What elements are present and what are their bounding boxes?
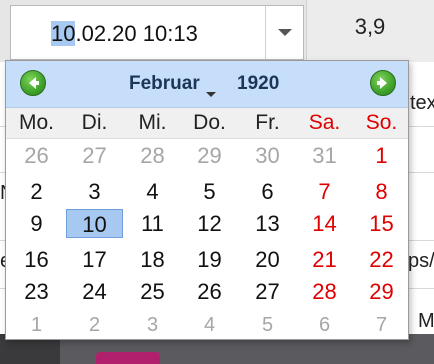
datetime-selected-segment: 10 <box>51 21 76 46</box>
calendar-day[interactable]: 26 <box>8 141 65 170</box>
calendar-day[interactable]: 15 <box>353 209 410 238</box>
weekday-label: Fr. <box>255 111 280 134</box>
calendar-day[interactable]: 28 <box>296 277 353 306</box>
calendar-day[interactable]: 21 <box>296 245 353 274</box>
calendar-day[interactable]: 12 <box>181 209 238 238</box>
arrow-right-green-icon <box>377 77 387 89</box>
calendar-day[interactable]: 19 <box>181 245 238 274</box>
datetime-value[interactable]: 10.02.20 10:13 <box>51 21 198 47</box>
weekday-label: Di. <box>81 111 108 134</box>
month-dropdown-icon[interactable] <box>206 92 216 97</box>
calendar-day[interactable]: 25 <box>124 277 181 306</box>
chevron-down-icon <box>278 29 292 36</box>
background-text-fragment: ps/ <box>408 250 434 272</box>
calendar-day[interactable]: 7 <box>296 177 353 206</box>
calendar-day[interactable]: 4 <box>181 311 238 340</box>
calendar-day[interactable]: 20 <box>239 245 296 274</box>
calendar-day[interactable]: 8 <box>353 177 410 206</box>
calendar-day[interactable]: 3 <box>124 311 181 340</box>
calendar-day[interactable]: 2 <box>8 177 65 206</box>
calendar-dropdown-button[interactable] <box>266 6 304 59</box>
calendar-day[interactable]: 11 <box>124 209 181 238</box>
weekday-label: Mo. <box>18 111 54 134</box>
calendar-day[interactable]: 7 <box>353 311 410 340</box>
calendar-day-selected[interactable]: 10 <box>66 209 123 238</box>
calendar-day[interactable]: 2 <box>66 311 123 340</box>
background-text-fragment: tex <box>410 92 434 114</box>
background-text-fragment: M <box>418 310 434 332</box>
calendar-day[interactable]: 29 <box>181 141 238 170</box>
calendar-day[interactable]: 14 <box>296 209 353 238</box>
arrow-left-green-icon <box>29 77 39 89</box>
datetime-remaining-text: .02.20 10:13 <box>75 21 198 46</box>
calendar-day[interactable]: 26 <box>181 277 238 306</box>
calendar-day[interactable]: 3 <box>66 177 123 206</box>
calendar-day[interactable]: 31 <box>296 141 353 170</box>
datetime-input[interactable]: 10.02.20 10:13 <box>10 5 304 60</box>
month-selector[interactable]: Februar <box>129 73 200 95</box>
calendar-day[interactable]: 1 <box>8 311 65 340</box>
calendar-day[interactable]: 9 <box>8 209 65 238</box>
calendar-day[interactable]: 23 <box>8 277 65 306</box>
calendar-day[interactable]: 18 <box>124 245 181 274</box>
weekday-header-row: Mo. Di. Mi. Do. Fr. Sa. So. <box>6 108 408 139</box>
calendar-day[interactable]: 30 <box>239 141 296 170</box>
calendar-day[interactable]: 4 <box>124 177 181 206</box>
weekday-label: So. <box>365 111 398 134</box>
screen: 3,9 tex ps/ M N e 10.02.20 10:13 Februar… <box>0 0 434 364</box>
calendar-day[interactable]: 22 <box>353 245 410 274</box>
calendar-day[interactable]: 16 <box>8 245 65 274</box>
calendar-day[interactable]: 24 <box>66 277 123 306</box>
calendar-day[interactable]: 28 <box>124 141 181 170</box>
calendar-day[interactable]: 27 <box>239 277 296 306</box>
bottom-tab[interactable] <box>96 352 160 364</box>
calendar-day[interactable]: 13 <box>239 209 296 238</box>
prev-month-button[interactable] <box>20 70 46 96</box>
calendar-header: Februar 1920 <box>6 61 408 108</box>
calendar-day[interactable]: 27 <box>66 141 123 170</box>
year-selector[interactable]: 1920 <box>237 73 279 95</box>
calendar-day[interactable]: 17 <box>66 245 123 274</box>
calendar-day[interactable]: 1 <box>353 141 410 170</box>
calendar-day[interactable]: 6 <box>239 177 296 206</box>
calendar-day[interactable]: 5 <box>239 311 296 340</box>
next-month-button[interactable] <box>370 70 396 96</box>
calendar-day[interactable]: 6 <box>296 311 353 340</box>
calendar-popup: Februar 1920 Mo. Di. Mi. Do. Fr. Sa. So.… <box>5 60 409 340</box>
calendar-day[interactable]: 5 <box>181 177 238 206</box>
weekday-label: Do. <box>193 111 226 134</box>
adjacent-cell-value: 3,9 <box>354 14 386 39</box>
weekday-label: Sa. <box>308 111 341 134</box>
weekday-label: Mi. <box>138 111 167 134</box>
calendar-day[interactable]: 29 <box>353 277 410 306</box>
